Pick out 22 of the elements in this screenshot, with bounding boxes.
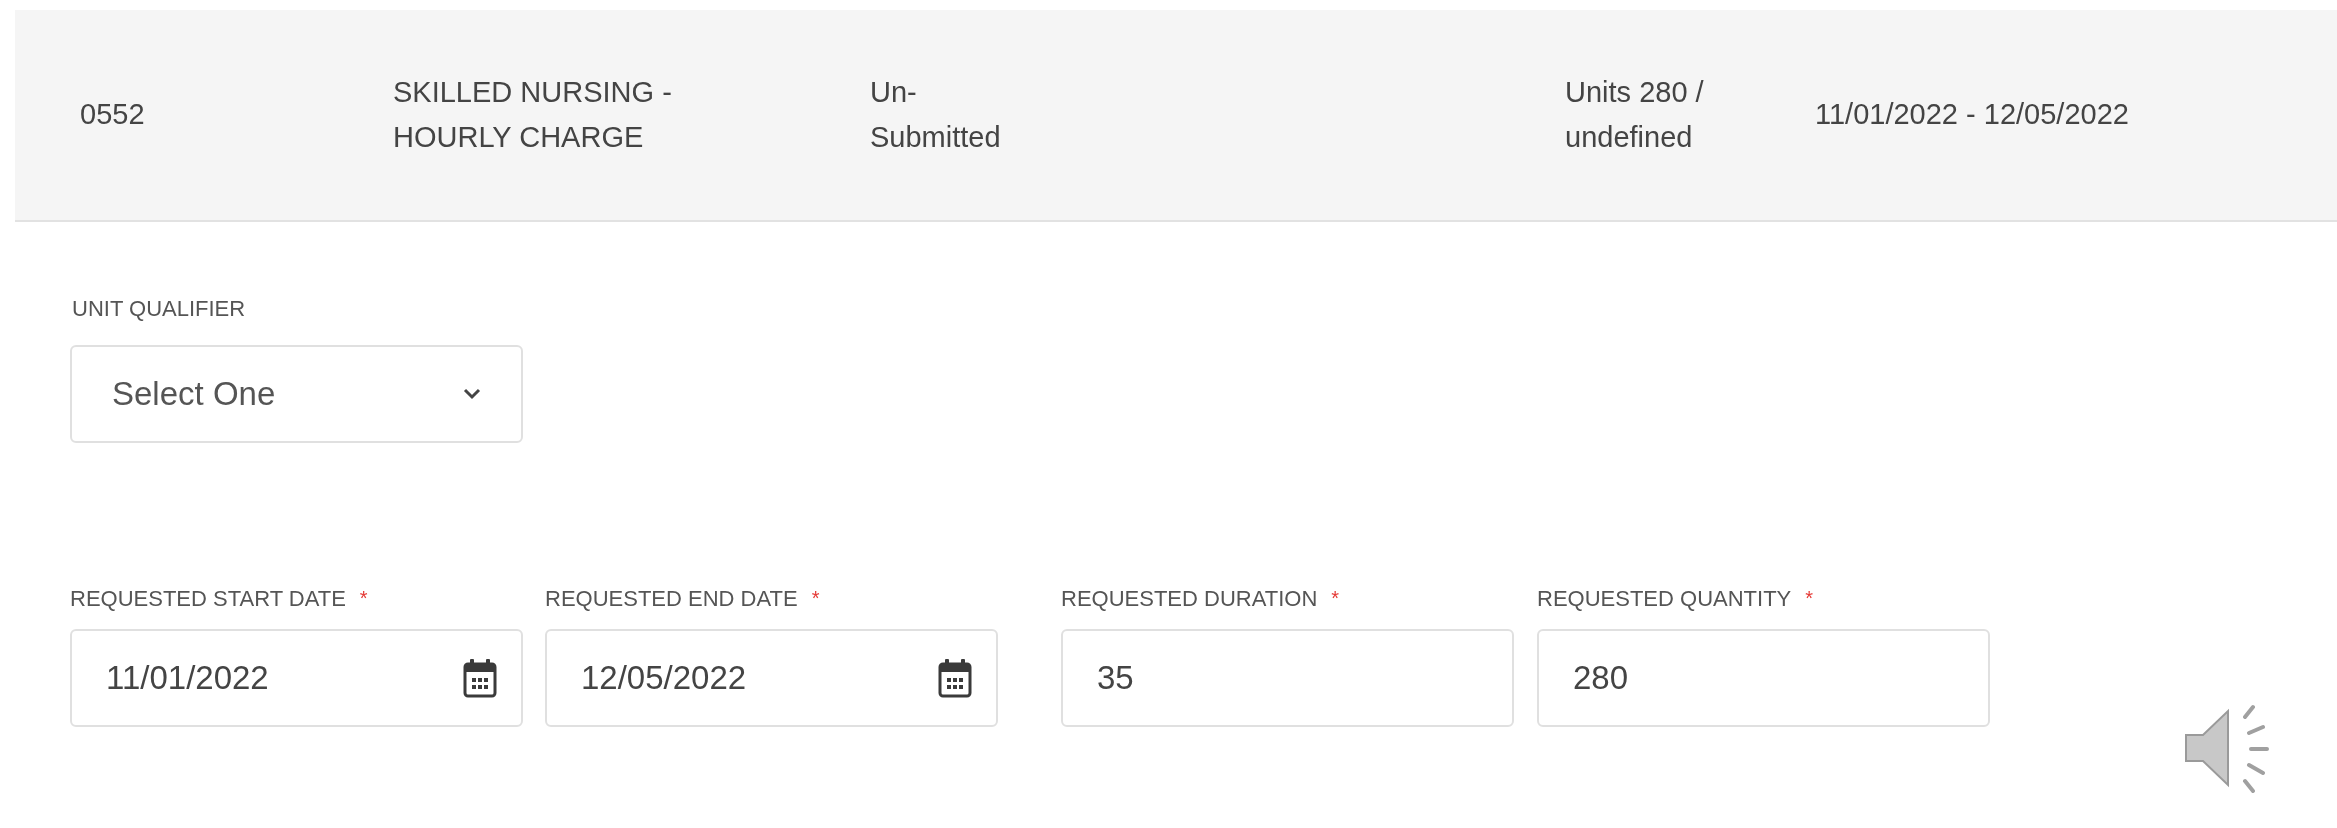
required-mark: * <box>359 586 368 611</box>
calendar-icon[interactable] <box>938 658 972 698</box>
required-mark: * <box>1331 586 1340 611</box>
field-label: REQUESTED END DATE <box>545 584 798 613</box>
status-text: Un- Submitted <box>870 75 1002 155</box>
field-label: UNIT QUALIFIER <box>72 296 246 321</box>
chevron-down-icon <box>463 388 481 400</box>
calendar-icon[interactable] <box>463 658 497 698</box>
unit-qualifier-select[interactable]: Select One <box>70 345 523 443</box>
required-mark: * <box>811 586 820 611</box>
code-text: 0552 <box>80 97 146 133</box>
field-label: REQUESTED START DATE <box>70 584 346 613</box>
service-text: SKILLED NURSING - HOURLY CHARGE <box>393 75 673 155</box>
units-text: Units 280 / undefined <box>1565 75 1705 155</box>
field-label: REQUESTED QUANTITY <box>1537 584 1792 613</box>
input-field[interactable]: 280 <box>1537 629 1990 727</box>
required-mark: * <box>1805 586 1814 611</box>
field-label: REQUESTED DURATION <box>1061 584 1318 613</box>
date-field[interactable]: 11/01/2022 <box>70 629 523 727</box>
date-range-text: 11/01/2022 - 12/05/2022 <box>1815 97 2129 133</box>
input-field[interactable]: 35 <box>1061 629 1514 727</box>
date-field[interactable]: 12/05/2022 <box>545 629 998 727</box>
